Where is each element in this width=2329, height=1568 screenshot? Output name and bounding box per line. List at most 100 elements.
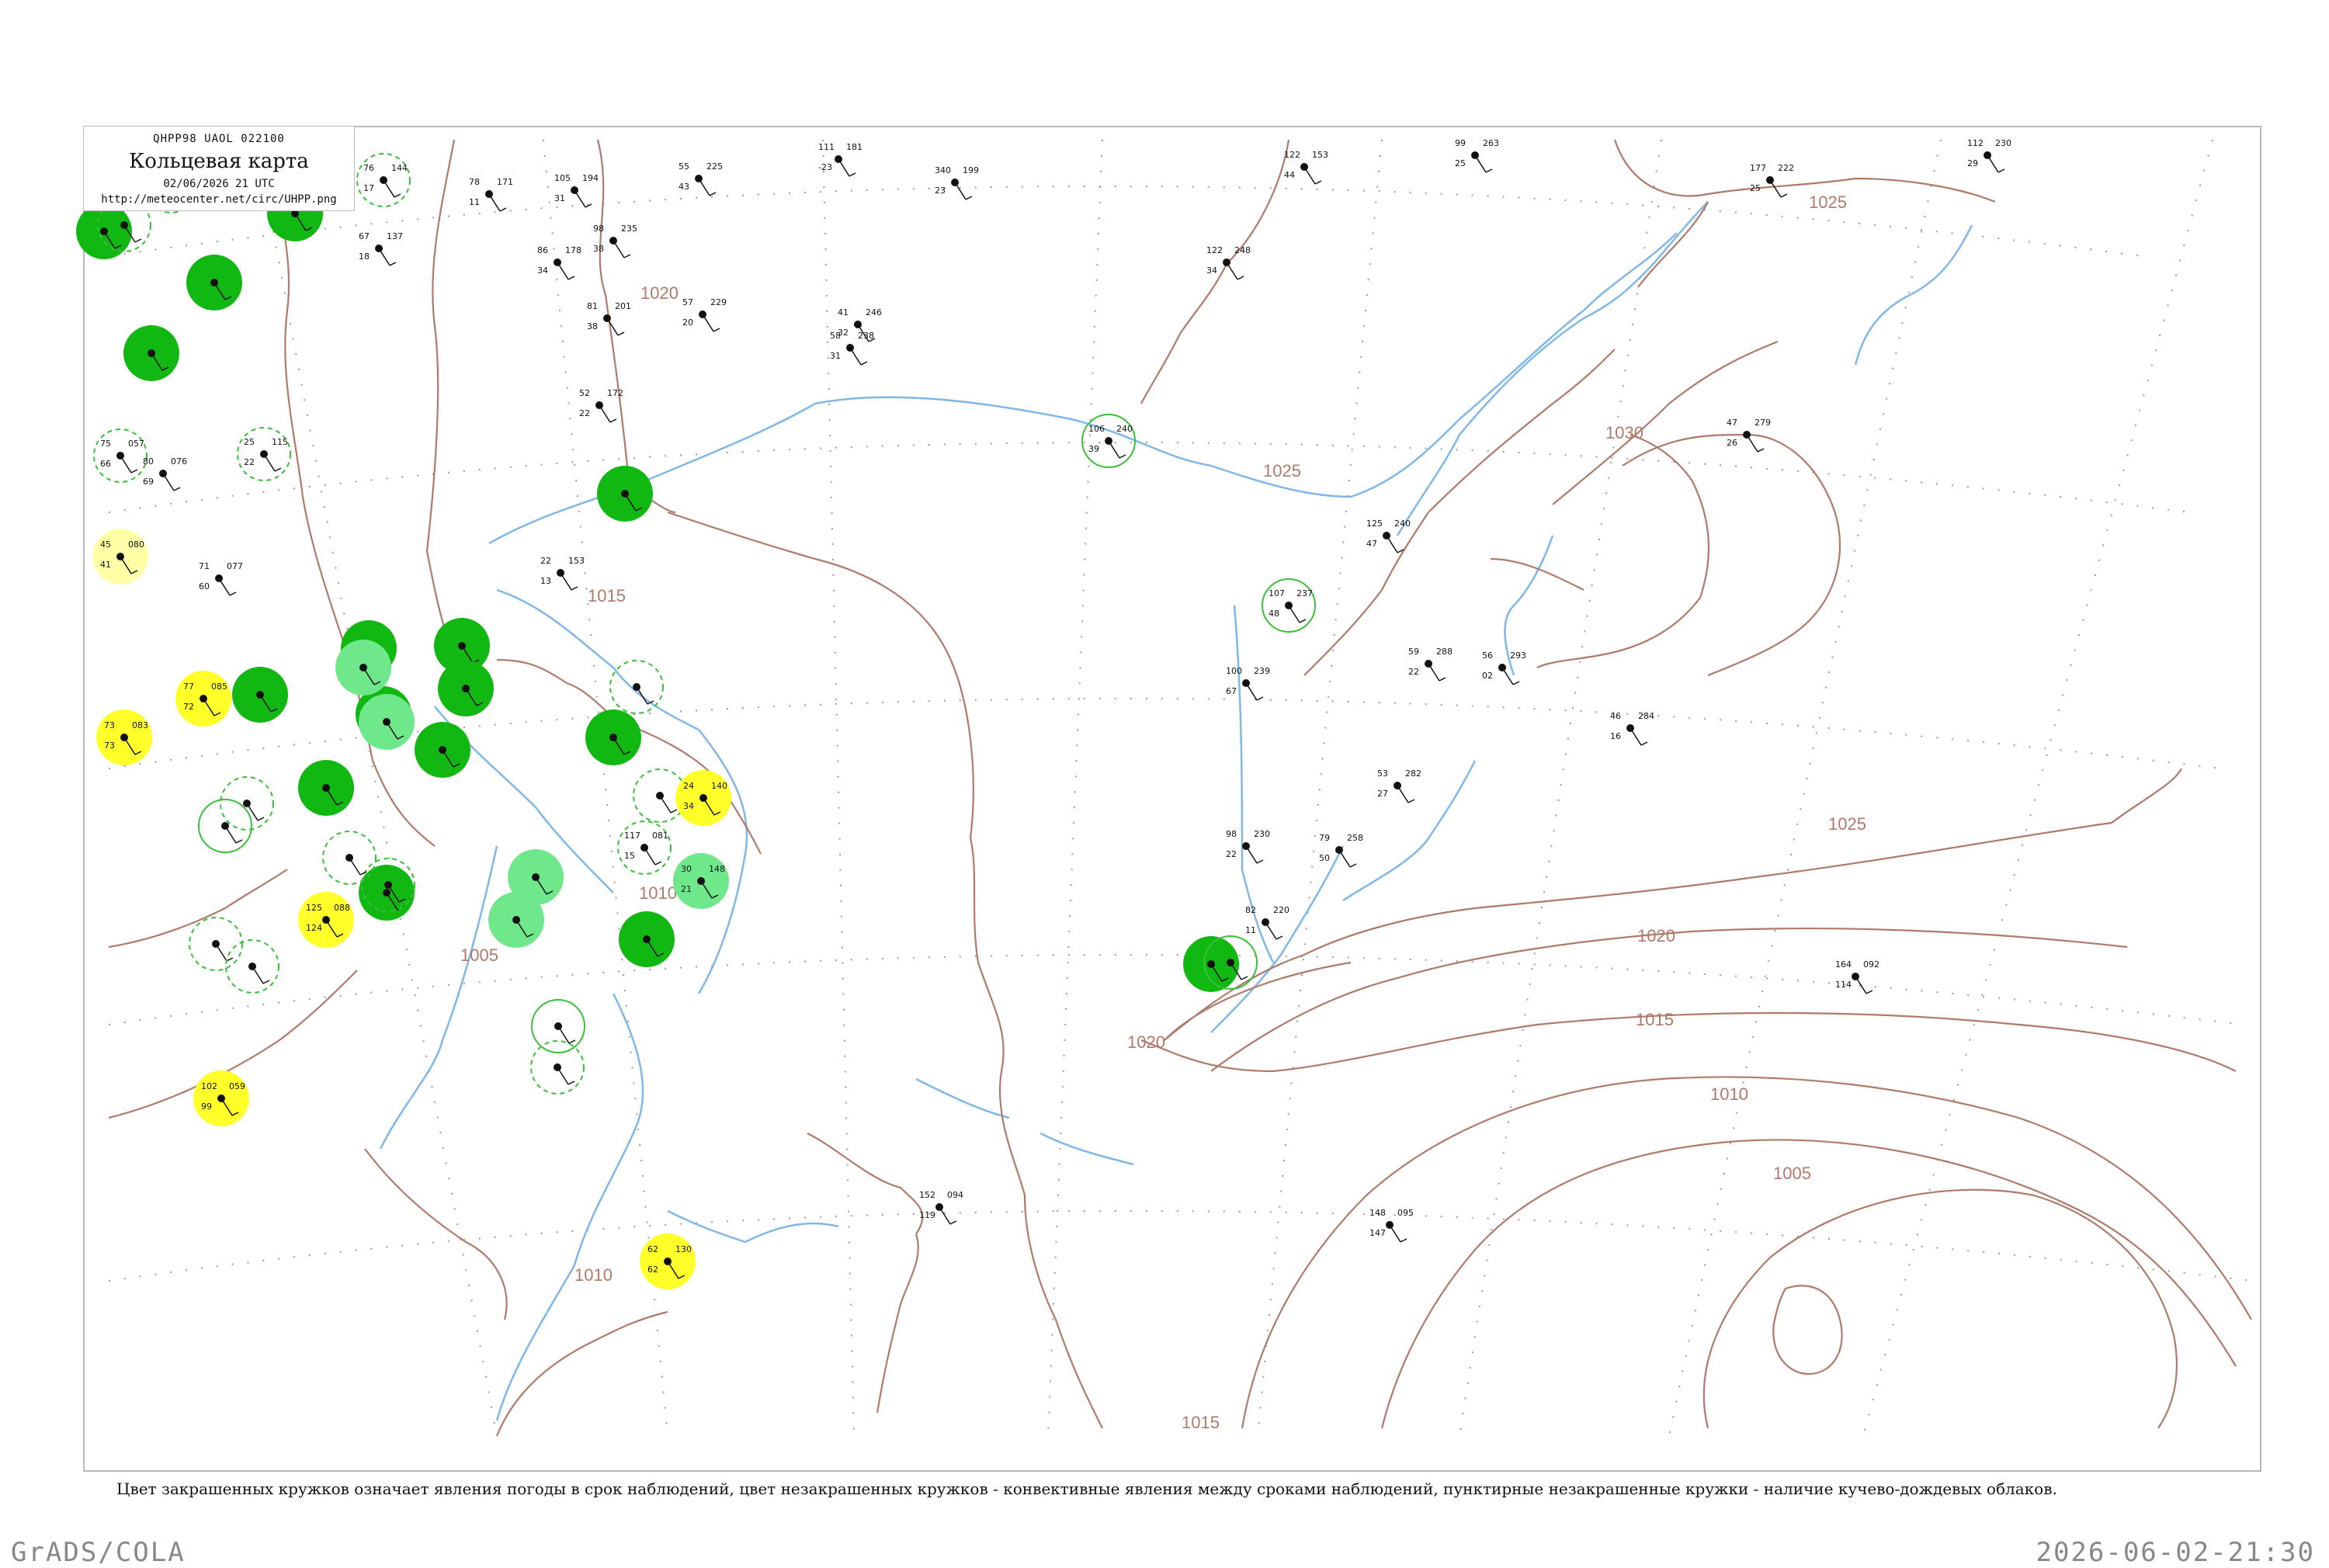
map-title: Кольцевая карта <box>129 150 309 173</box>
temperature-value: 46 <box>1610 711 1621 721</box>
dewpoint-value: 15 <box>624 851 635 861</box>
weather-station <box>530 1040 585 1094</box>
weather-station: 201 81 38 <box>587 301 631 336</box>
weather-station: 095 148 147 <box>1369 1208 1414 1243</box>
rivers-coastlines <box>379 201 1973 1421</box>
dewpoint-value: 16 <box>1610 731 1621 741</box>
dewpoint-value: 31 <box>830 351 841 361</box>
dewpoint-value: 29 <box>1967 158 1978 168</box>
isobar-label: 1010 <box>1710 1084 1748 1104</box>
pressure-value: 282 <box>1405 768 1421 779</box>
weather-station: 230 98 22 <box>1226 829 1270 864</box>
dewpoint-value: 50 <box>1319 853 1330 863</box>
isobar-label: 1015 <box>588 586 626 605</box>
temperature-value: 125 <box>1366 519 1383 529</box>
weather-station: 258 79 50 <box>1319 833 1363 868</box>
pressure-value: 284 <box>1638 711 1654 721</box>
weather-station: 081 117 15 <box>617 820 672 875</box>
dewpoint-value: 99 <box>201 1101 212 1112</box>
pressure-value: 083 <box>132 720 148 730</box>
weather-station: 059 102 99 <box>193 1070 249 1126</box>
pressure-value: 148 <box>709 864 725 874</box>
dewpoint-value: 21 <box>681 884 692 894</box>
weather-station <box>597 466 653 522</box>
pressure-value: 115 <box>272 437 288 447</box>
temperature-value: 122 <box>1284 150 1300 160</box>
dewpoint-value: 22 <box>579 408 590 418</box>
weather-station: 076 80 69 <box>143 456 187 491</box>
credit-label: GrADS/COLA <box>11 1537 186 1568</box>
weather-station: 284 46 16 <box>1610 711 1654 746</box>
temperature-value: 152 <box>919 1190 935 1200</box>
pressure-value: 077 <box>227 561 243 571</box>
pressure-value: 225 <box>706 161 723 172</box>
pressure-value: 293 <box>1510 650 1526 661</box>
weather-station: 282 53 27 <box>1377 768 1421 803</box>
weather-station <box>198 799 252 853</box>
temperature-value: 78 <box>469 177 480 187</box>
temperature-value: 79 <box>1319 833 1330 843</box>
temperature-value: 67 <box>359 231 370 241</box>
dewpoint-value: 18 <box>359 252 370 262</box>
pressure-value: 240 <box>1116 424 1133 434</box>
weather-station: 199 340 23 <box>935 165 979 200</box>
dewpoint-value: 26 <box>1727 438 1737 448</box>
temperature-value: 340 <box>935 165 951 175</box>
temperature-value: 30 <box>681 864 692 874</box>
dewpoint-value: 34 <box>1206 265 1217 276</box>
weather-station: 092 164 114 <box>1835 959 1880 994</box>
temperature-value: 107 <box>1269 588 1285 598</box>
isobar-label: 1005 <box>1773 1164 1811 1183</box>
temperature-value: 47 <box>1727 418 1737 428</box>
weather-station: 181 111 -23 <box>818 142 863 177</box>
bulletin-code: QHPP98 UAOL 022100 <box>153 133 285 145</box>
dewpoint-value: 17 <box>363 183 374 193</box>
dewpoint-value: 67 <box>1226 686 1237 696</box>
pressure-value: 248 <box>1234 245 1251 255</box>
pressure-value: 081 <box>652 831 668 841</box>
weather-station: 248 122 34 <box>1206 245 1251 280</box>
temperature-value: 98 <box>593 224 604 234</box>
weather-station: 222 177 25 <box>1750 163 1794 198</box>
dewpoint-value: 34 <box>537 265 548 276</box>
dewpoint-value: 114 <box>1835 980 1852 990</box>
temperature-value: 62 <box>647 1244 658 1254</box>
isobar-label: 1010 <box>639 883 677 903</box>
observation-time: 02/06/2026 21 UTC <box>163 178 275 190</box>
dewpoint-value: 47 <box>1366 539 1377 549</box>
isobar-label: 1030 <box>1605 423 1643 442</box>
weather-station: 225 55 43 <box>679 161 723 196</box>
dewpoint-value: 13 <box>540 576 551 586</box>
isobar-label: 1015 <box>1636 1010 1674 1029</box>
map-header: QHPP98 UAOL 022100 Кольцевая карта 02/06… <box>83 126 355 211</box>
weather-station: 137 67 18 <box>359 231 403 266</box>
dewpoint-value: 73 <box>104 741 115 751</box>
weather-station: 153 122 44 <box>1284 150 1328 185</box>
temperature-value: 73 <box>104 720 115 730</box>
dewpoint-value: 22 <box>244 457 255 467</box>
dewpoint-value: 11 <box>469 197 480 207</box>
dewpoint-value: 147 <box>1369 1228 1386 1238</box>
temperature-value: 41 <box>838 307 849 317</box>
weather-station: 140 24 34 <box>675 770 731 826</box>
pressure-value: 229 <box>710 297 727 307</box>
weather-station: 085 77 72 <box>175 671 231 727</box>
dewpoint-value: -23 <box>818 162 832 172</box>
temperature-value: 81 <box>587 301 598 311</box>
weather-station <box>415 722 470 778</box>
temperature-value: 76 <box>363 163 374 173</box>
pressure-value: 171 <box>497 177 513 187</box>
weather-station <box>609 660 664 714</box>
dewpoint-value: 119 <box>919 1210 935 1220</box>
weather-station <box>438 661 494 716</box>
dewpoint-value: 48 <box>1269 609 1279 619</box>
weather-station: 178 86 34 <box>537 245 581 280</box>
pressure-value: 237 <box>1296 588 1313 598</box>
temperature-value: 122 <box>1206 245 1223 255</box>
pressure-value: 258 <box>1347 833 1363 843</box>
weather-station <box>531 999 585 1053</box>
weather-station: 263 99 25 <box>1455 138 1499 173</box>
pressure-value: 194 <box>582 173 599 183</box>
temperature-value: 52 <box>579 388 590 398</box>
source-url: http://meteocenter.net/circ/UHPP.png <box>101 193 337 206</box>
